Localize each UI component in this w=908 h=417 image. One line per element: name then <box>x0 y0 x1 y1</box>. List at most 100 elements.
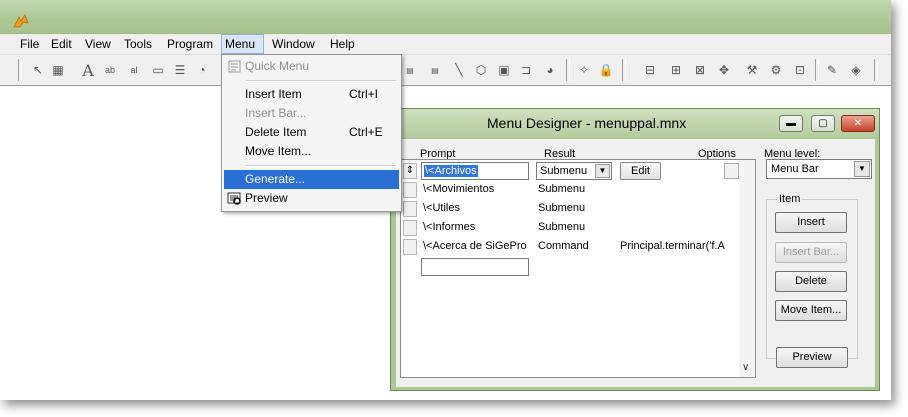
lock-icon[interactable]: 🔒 <box>596 60 616 80</box>
chevron-down-icon[interactable]: ▼ <box>595 164 610 178</box>
preview-label: Preview <box>245 191 288 205</box>
menu-program[interactable]: Program <box>164 34 216 54</box>
settings-icon[interactable]: ⚙ <box>766 60 786 80</box>
table-row[interactable] <box>401 258 741 277</box>
menu-level-value: Menu Bar <box>771 163 819 175</box>
item-group: Item Insert Insert Bar... Delete Move It… <box>766 193 858 359</box>
insert-item-shortcut: Ctrl+I <box>349 87 379 101</box>
wand-icon[interactable]: ✎ <box>822 60 842 80</box>
new-prompt-input[interactable] <box>421 258 529 276</box>
move-handle[interactable] <box>403 220 417 236</box>
table-row[interactable]: \<Utiles Submenu <box>401 200 741 219</box>
result-select[interactable]: Submenu ▼ <box>536 162 612 180</box>
insert-item-label: Insert Item <box>245 87 302 101</box>
command-button-icon[interactable]: ▭ <box>148 60 168 80</box>
grid-icon[interactable]: ▤ <box>400 60 420 80</box>
image-icon[interactable]: ▤ <box>425 60 445 80</box>
toolbar-grip-2[interactable] <box>566 59 570 81</box>
table-row[interactable]: \<Acerca de SiGePro Command Principal.te… <box>401 238 741 257</box>
menu-designer-window: Menu Designer - menuppal.mnx ▬ ▢ ✕ Promp… <box>390 108 880 391</box>
delete-item-shortcut: Ctrl+E <box>349 125 383 139</box>
generate-menu-item[interactable]: Generate... <box>224 170 399 189</box>
move-icon[interactable]: ✥ <box>714 60 734 80</box>
toolbar-grip-4[interactable] <box>815 59 819 81</box>
menu-designer-sidebar: Menu level: Menu Bar ▼ Item Insert Inser… <box>764 139 874 387</box>
app-window: File Edit View Tools Program Menu Window… <box>0 0 891 400</box>
move-handle[interactable] <box>403 182 417 198</box>
item-group-label: Item <box>777 193 803 205</box>
table-row[interactable]: \<Movimientos Submenu <box>401 181 741 200</box>
menu-window[interactable]: Window <box>269 34 318 54</box>
menu-tools[interactable]: Tools <box>121 34 155 54</box>
preview-menu-item[interactable]: Preview <box>224 189 399 208</box>
quick-menu-item[interactable]: Quick Menu <box>224 57 399 76</box>
maximize-icon[interactable]: ▢ <box>811 115 835 132</box>
result-text: Submenu <box>538 183 586 195</box>
delete-item-menu-item[interactable]: Delete Item Ctrl+E <box>224 123 399 142</box>
menu-dropdown: Quick Menu Insert Item Ctrl+I Insert Bar… <box>221 54 402 212</box>
move-handle[interactable] <box>403 239 417 255</box>
insert-bar-button[interactable]: Insert Bar... <box>775 242 847 263</box>
align-icon[interactable]: ⊞ <box>666 60 686 80</box>
shape-icon[interactable]: ⬡ <box>471 60 491 80</box>
separator-icon[interactable]: ⊐ <box>516 60 536 80</box>
table-row[interactable]: \<Informes Submenu <box>401 219 741 238</box>
move-handle-icon[interactable]: ⇕ <box>403 163 417 179</box>
insert-button[interactable]: Insert <box>775 212 847 233</box>
builder-icon[interactable]: ✧ <box>574 60 594 80</box>
delete-button[interactable]: Delete <box>775 271 847 292</box>
builder-lock-icon[interactable]: ▦ <box>48 60 68 80</box>
label-icon[interactable]: A <box>78 60 98 80</box>
container-icon[interactable]: ▣ <box>494 60 514 80</box>
result-text: Submenu <box>538 221 586 233</box>
title-bar <box>0 0 891 34</box>
menu-menu[interactable]: Menu <box>221 34 264 54</box>
editbox-icon[interactable]: al <box>124 60 144 80</box>
tools-icon[interactable]: ⚒ <box>742 60 762 80</box>
toolbar-grip[interactable] <box>18 59 22 81</box>
preview-button[interactable]: Preview <box>776 347 848 368</box>
move-item-menu-item[interactable]: Move Item... <box>224 142 399 161</box>
move-handle[interactable] <box>403 201 417 217</box>
option-group-icon[interactable]: ☰ <box>170 60 190 80</box>
hyperlink-icon[interactable]: ◕ <box>540 60 560 80</box>
layout-icon[interactable]: ⊡ <box>790 60 810 80</box>
preview-icon <box>227 192 241 205</box>
align-left-icon[interactable]: ⊟ <box>640 60 660 80</box>
menu-separator <box>246 165 396 167</box>
prompt-text: \<Utiles <box>423 202 460 214</box>
menu-file[interactable]: File <box>17 34 42 54</box>
menu-help[interactable]: Help <box>327 34 358 54</box>
textbox-icon[interactable]: ab <box>100 60 120 80</box>
edit-button[interactable]: Edit <box>620 162 661 180</box>
menu-designer-body: Prompt Result Options ⇕ \<Archivos Subme… <box>396 139 875 387</box>
options-text: Principal.terminar('f.A <box>620 240 725 252</box>
minimize-icon[interactable]: ▬ <box>779 115 803 132</box>
move-item-button[interactable]: Move Item... <box>775 300 847 321</box>
menu-edit[interactable]: Edit <box>48 34 75 54</box>
arrange-icon[interactable]: ⊠ <box>690 60 710 80</box>
result-text: Command <box>538 240 589 252</box>
color-icon[interactable]: ◈ <box>846 60 866 80</box>
chevron-down-icon[interactable]: ∨ <box>742 362 749 373</box>
table-row[interactable]: ⇕ \<Archivos Submenu ▼ Edit <box>401 162 741 181</box>
close-icon[interactable]: ✕ <box>841 115 875 132</box>
form-controls-toolbar: ↖ ▦ A ab al ▭ ☰ ◔ ▤ ▤ ╲ ⬡ ▣ ⊐ ◕ ✧ 🔒 ⊟ ⊞ … <box>0 54 891 86</box>
chevron-down-icon[interactable]: ▼ <box>854 161 870 177</box>
insert-bar-menu-item[interactable]: Insert Bar... <box>224 104 399 123</box>
options-button[interactable] <box>724 163 739 179</box>
prompt-text-selected: \<Archivos <box>424 165 478 177</box>
menu-view[interactable]: View <box>82 34 114 54</box>
toolbar-grip-3[interactable] <box>622 59 626 81</box>
menu-designer-titlebar[interactable]: Menu Designer - menuppal.mnx ▬ ▢ ✕ <box>391 109 879 137</box>
vertical-scrollbar[interactable]: ∨ <box>739 160 755 377</box>
checkbox-icon[interactable]: ◔ <box>192 60 212 80</box>
prompt-input[interactable]: \<Archivos <box>421 162 529 180</box>
menu-designer-title: Menu Designer - menuppal.mnx <box>487 115 687 131</box>
insert-item-menu-item[interactable]: Insert Item Ctrl+I <box>224 85 399 104</box>
line-icon[interactable]: ╲ <box>449 60 469 80</box>
menu-level-select[interactable]: Menu Bar ▼ <box>766 159 872 179</box>
toolbar-grip-5[interactable] <box>874 59 878 81</box>
pointer-icon[interactable]: ↖ <box>28 60 48 80</box>
result-text: Submenu <box>538 202 586 214</box>
